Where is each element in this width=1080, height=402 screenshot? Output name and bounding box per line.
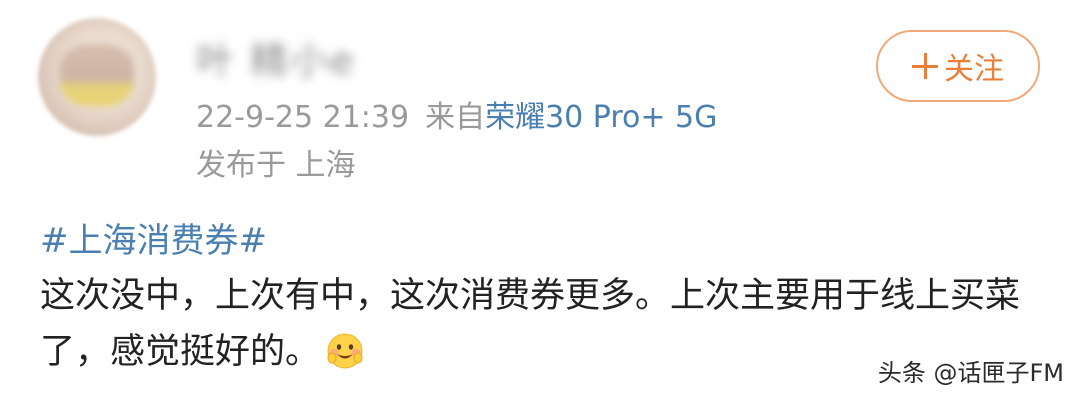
avatar-face (60, 44, 134, 106)
follow-label: 关注 (944, 52, 1004, 87)
device-link[interactable]: 荣耀30 Pro+ 5G (485, 100, 717, 135)
follow-button[interactable]: 关注 (876, 30, 1040, 102)
hashtag-link[interactable]: #上海消费券# (40, 213, 267, 262)
user-avatar[interactable] (38, 18, 156, 136)
happy-blush-emoji-icon (326, 331, 364, 369)
post-timestamp: 22-9-25 21:39 (196, 100, 410, 135)
plus-icon (912, 53, 938, 79)
from-label: 来自 (425, 100, 486, 135)
post-meta: 22-9-25 21:39 来自荣耀30 Pro+ 5G (196, 92, 717, 136)
watermark: 头条 @话匣子FM (877, 359, 1064, 387)
post-location: 发布于 上海 (196, 148, 356, 183)
post-text: 这次没中，上次有中，这次消费券更多。上次主要用于线上买菜了，感觉挺好的。 (40, 276, 1021, 372)
username[interactable]: 叶 精小e (196, 30, 355, 85)
